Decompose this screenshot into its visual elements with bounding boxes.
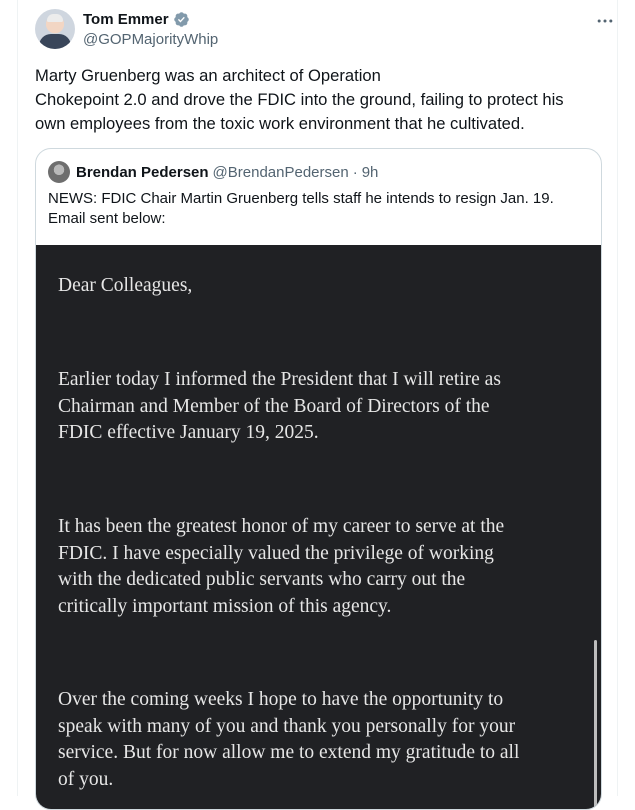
- quoted-tweet-text: NEWS: FDIC Chair Martin Gruenberg tells …: [48, 189, 588, 229]
- quoted-author-avatar[interactable]: [48, 161, 70, 183]
- tweet-text: Marty Gruenberg was an architect of Oper…: [35, 64, 605, 136]
- letter-line: service. But for now allow me to extend …: [58, 742, 520, 763]
- tweet-text-line: own employees from the toxic work enviro…: [35, 114, 525, 133]
- letter-line: Chairman and Member of the Board of Dire…: [58, 395, 490, 417]
- quoted-tweet-text-line: Email sent below:: [48, 210, 166, 227]
- letter-line: Earlier today I informed the President t…: [58, 369, 501, 390]
- author-avatar[interactable]: [35, 9, 75, 49]
- quoted-tweet-time[interactable]: 9h: [362, 164, 379, 181]
- tweet-header: Tom Emmer @GOPMajorityWhip: [35, 9, 617, 53]
- quoted-author-display-name[interactable]: Brendan Pedersen: [76, 164, 209, 181]
- letter-paragraph-2: It has been the greatest honor of my car…: [58, 514, 588, 620]
- image-scrollbar[interactable]: [594, 640, 597, 809]
- author-handle[interactable]: @GOPMajorityWhip: [83, 30, 218, 50]
- verified-badge-icon: [173, 12, 189, 27]
- letter-paragraph-1: Earlier today I informed the President t…: [58, 367, 588, 447]
- letter-line: It has been the greatest honor of my car…: [58, 516, 505, 537]
- letter-salutation: Dear Colleagues,: [58, 273, 588, 300]
- author-names: Tom Emmer @GOPMajorityWhip: [83, 10, 218, 50]
- letter-line: FDIC. I have especially valued the privi…: [58, 542, 494, 564]
- tweet-text-line: Marty Gruenberg was an architect of Oper…: [35, 66, 381, 85]
- letter-line: speak with many of you and thank you per…: [58, 715, 516, 737]
- letter-line: critically important mission of this age…: [58, 595, 392, 617]
- letter-line: of you.: [58, 768, 114, 790]
- quoted-tweet-text-line: NEWS: FDIC Chair Martin Gruenberg tells …: [48, 190, 554, 207]
- quoted-author-handle[interactable]: @BrendanPedersen: [213, 164, 349, 181]
- quoted-tweet-card[interactable]: Brendan Pedersen @BrendanPedersen · 9h N…: [35, 148, 602, 810]
- letter-salutation-text: Dear Colleagues,: [58, 275, 193, 296]
- author-display-name[interactable]: Tom Emmer: [83, 10, 169, 29]
- separator-dot: ·: [352, 163, 358, 181]
- quoted-tweet-header: Brendan Pedersen @BrendanPedersen · 9h: [48, 161, 378, 183]
- attached-email-image[interactable]: Dear Colleagues, Earlier today I informe…: [36, 245, 601, 809]
- letter-paragraph-3: Over the coming weeks I hope to have the…: [58, 687, 588, 793]
- letter-line: FDIC effective January 19, 2025.: [58, 422, 319, 443]
- timeline-border-right: [617, 0, 618, 796]
- ellipsis-icon[interactable]: [593, 11, 617, 31]
- timeline-border-left: [17, 0, 18, 796]
- letter-line: with the dedicated public servants who c…: [58, 569, 466, 590]
- tweet-text-line: Chokepoint 2.0 and drove the FDIC into t…: [35, 90, 564, 109]
- letter-line: Over the coming weeks I hope to have the…: [58, 689, 504, 710]
